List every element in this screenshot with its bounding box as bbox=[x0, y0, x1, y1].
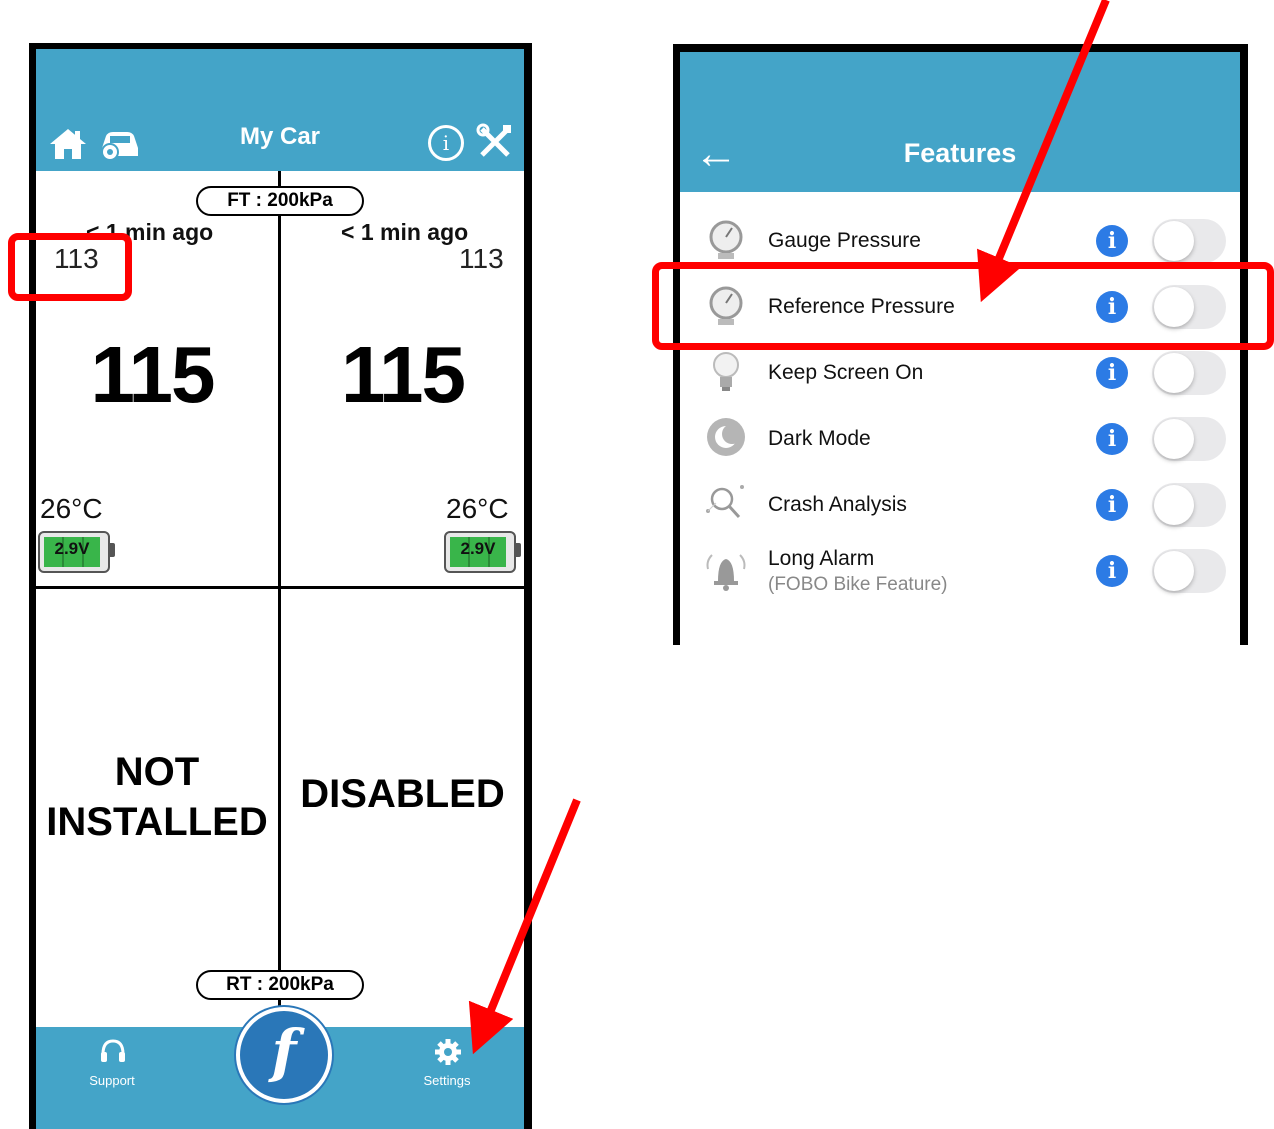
feature-sublabel: (FOBO Bike Feature) bbox=[768, 574, 948, 595]
battery-voltage: 2.9V bbox=[460, 539, 496, 558]
feature-toggle[interactable] bbox=[1152, 219, 1226, 263]
info-icon[interactable]: i bbox=[1096, 489, 1128, 521]
info-icon[interactable]: i bbox=[1096, 357, 1128, 389]
last-update-text: < 1 min ago bbox=[341, 219, 469, 245]
reference-pressure-value: 113 bbox=[459, 243, 504, 274]
info-icon[interactable]: i bbox=[1096, 225, 1128, 257]
feature-label: Gauge Pressure bbox=[768, 229, 921, 252]
feature-row-dark-mode: Dark Mode i bbox=[680, 405, 1240, 471]
tire-tile-rear-left[interactable]: NOT INSTALLED bbox=[36, 589, 278, 1026]
gear-icon bbox=[433, 1037, 463, 1067]
feature-label: Keep Screen On bbox=[768, 361, 924, 384]
battery-icon: 2.9V bbox=[444, 531, 516, 573]
settings-label: Settings bbox=[423, 1073, 471, 1088]
fobo-logo-button[interactable]: f bbox=[236, 1007, 332, 1103]
feature-toggle[interactable] bbox=[1152, 417, 1226, 461]
battery-cap bbox=[516, 543, 521, 557]
lightbulb-icon bbox=[710, 349, 742, 395]
battery-icon: 2.9V bbox=[38, 531, 110, 573]
feature-label: Dark Mode bbox=[768, 427, 871, 450]
phone-screen-my-car: My Car i FT : 200kPa < 1 min ago 113 115… bbox=[29, 43, 532, 1129]
magnifier-icon bbox=[702, 481, 748, 525]
feature-toggle[interactable] bbox=[1152, 483, 1226, 527]
highlight-box-reference-value bbox=[8, 233, 132, 301]
tire-state-line2: INSTALLED bbox=[46, 800, 268, 844]
page-title: Features bbox=[903, 138, 1017, 168]
tire-temperature: 26°C bbox=[446, 493, 509, 524]
fobo-logo-icon: f bbox=[271, 1017, 297, 1085]
tools-icon[interactable] bbox=[476, 123, 514, 161]
battery-voltage: 2.9V bbox=[54, 539, 90, 558]
tire-tile-front-right[interactable]: < 1 min ago 113 115 26°C 2.9V bbox=[281, 171, 524, 586]
feature-label: Crash Analysis bbox=[768, 493, 907, 516]
my-car-screen: My Car i FT : 200kPa < 1 min ago 113 115… bbox=[36, 49, 524, 1129]
gauge-icon bbox=[708, 219, 744, 263]
rear-target-pressure-pill: RT : 200kPa bbox=[196, 970, 364, 1000]
battery-cap bbox=[110, 543, 115, 557]
info-icon[interactable]: i bbox=[1096, 423, 1128, 455]
feature-row-long-alarm: Long Alarm (FOBO Bike Feature) i bbox=[680, 537, 1240, 609]
feature-toggle[interactable] bbox=[1152, 351, 1226, 395]
tire-state-line1: NOT bbox=[114, 750, 200, 794]
tire-pressure-value: 115 bbox=[90, 330, 215, 419]
tire-temperature: 26°C bbox=[40, 493, 103, 524]
feature-toggle[interactable] bbox=[1152, 549, 1226, 593]
bell-alarm-icon bbox=[700, 547, 752, 593]
moon-icon bbox=[706, 417, 746, 457]
tire-pressure-value: 115 bbox=[340, 330, 466, 419]
headset-icon bbox=[98, 1037, 128, 1067]
highlight-box-reference-pressure bbox=[652, 262, 1274, 350]
feature-row-crash-analysis: Crash Analysis i bbox=[680, 471, 1240, 537]
tire-state: DISABLED bbox=[300, 772, 505, 816]
info-icon[interactable]: i bbox=[1096, 555, 1128, 587]
tire-tile-rear-right[interactable]: DISABLED bbox=[281, 589, 524, 1026]
support-label: Support bbox=[89, 1073, 135, 1088]
features-header bbox=[680, 52, 1240, 192]
support-button[interactable]: Support bbox=[62, 1037, 162, 1097]
settings-button[interactable]: Settings bbox=[397, 1037, 497, 1097]
info-icon[interactable]: i bbox=[428, 125, 464, 161]
feature-label: Long Alarm bbox=[768, 547, 875, 570]
